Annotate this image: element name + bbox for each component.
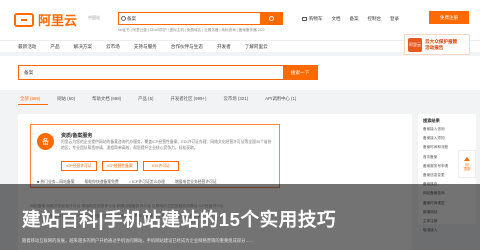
back-to-top-label: 回顶部 <box>463 163 470 172</box>
sidebar-item[interactable]: 首次备案 <box>423 155 448 160</box>
nav-item-products[interactable]: 产品 <box>50 44 59 50</box>
sidebar-title: 搜索结果 <box>423 118 440 123</box>
search-button-icon <box>268 16 274 21</box>
search-section: 备案 搜索一下 <box>0 56 480 90</box>
login-link[interactable]: 登录 <box>390 16 399 22</box>
result-card-beian[interactable]: 备 资质/备案服务 阿里云为您的企业提供网站的备案咨询代办服务，覆盖ICP经营性… <box>30 124 280 188</box>
region-selector[interactable]: 中国站 <box>88 15 100 21</box>
tab-products[interactable]: 产品 (6) <box>138 96 153 102</box>
tab-marketplace[interactable]: 云市场 (321) <box>224 96 249 102</box>
tab-api[interactable]: API调用中心 (1) <box>265 96 296 102</box>
docs-link[interactable]: 文档 <box>332 16 341 22</box>
sidebar-item[interactable]: 备案时间和流程 <box>423 145 448 150</box>
tab-docs[interactable]: 帮助文档 (698) <box>92 96 121 102</box>
top-search-box[interactable]: 备案 <box>118 12 283 25</box>
icp-beian-button[interactable]: ICP经营性备案 <box>102 161 138 171</box>
console-link[interactable]: 控制台 <box>368 16 382 22</box>
nav-item-about[interactable]: 了解阿里云 <box>245 44 268 50</box>
back-to-top-line-1: 回 <box>465 162 469 167</box>
beian-link[interactable]: 备案 <box>350 16 359 22</box>
edi-license-button[interactable]: EDI许可证 <box>143 161 179 171</box>
page: 阿里云 中国站 备案 ssl证书 | 阿里云盘 | DDoS防护 | 虚拟主机 … <box>0 0 480 250</box>
result-tabs: 全部 (869) 网站 (60) 帮助文档 (698) 产品 (6) 开发者社区… <box>0 90 480 108</box>
nav-item-activities[interactable]: 最新活动 <box>18 44 36 50</box>
main-search-input[interactable]: 备案 <box>19 70 283 76</box>
cart-label: 购物车 <box>309 16 323 21</box>
hot-searches[interactable]: ssl证书 | 阿里云盘 | DDoS防护 | 虚拟主机 | 免费域名 | 云服… <box>118 28 265 33</box>
top-links: 购物车 文档 备案 控制台 登录 <box>302 16 399 22</box>
cart-icon <box>302 17 307 21</box>
card-buttons: ICP经营许可证 ICP经营性备案 EDI许可证 <box>61 161 179 171</box>
overlay-title: 建站百科|手机站建站的15个实用技巧 <box>22 209 337 230</box>
nav-item-support[interactable]: 支持与服务 <box>134 44 157 50</box>
promo-line-1: 云大众保护报暂 <box>425 38 458 44</box>
logo-text: 阿里云 <box>38 13 78 28</box>
nav-item-marketplace[interactable]: 云市场 <box>106 44 120 50</box>
back-to-top-line-2: 顶部 <box>463 167 471 171</box>
overlay-subtitle: 随着移动互联网的发展，越来越多的用户开始通过手机访问网站，手机网站建设已经成为企… <box>22 238 255 243</box>
main-search-button[interactable]: 搜索一下 <box>283 66 317 79</box>
tab-all[interactable]: 全部 (869) <box>20 96 40 102</box>
card-description: 阿里云为您的企业提供网站的备案咨询代办服务，覆盖ICP经营性备案、EDI许可证办… <box>61 140 272 150</box>
promo-logo: 阿里云 <box>408 37 422 52</box>
tab-websites[interactable]: 网站 (60) <box>57 96 75 102</box>
promo-text: 云大众保护报暂 活动报告 <box>425 39 457 51</box>
aliyun-logo[interactable]: 阿里云 <box>14 10 77 29</box>
aliyun-logo-icon <box>14 12 34 27</box>
sidebar-item[interactable]: 备案接入咨询 <box>423 127 448 132</box>
main-search-box[interactable]: 备案 搜索一下 <box>18 65 318 80</box>
signup-button[interactable]: 免费注册 <box>429 11 469 24</box>
sidebar-item[interactable]: 备案服务号申请 <box>423 164 448 169</box>
nav-item-developers[interactable]: 开发者 <box>217 44 231 50</box>
card-title[interactable]: 资质/备案服务 <box>61 132 92 139</box>
nav-item-solutions[interactable]: 解决方案 <box>74 44 92 50</box>
nav-item-partners[interactable]: 合作伙伴与生态 <box>171 44 203 50</box>
active-tab-indicator <box>18 104 48 105</box>
top-search-button[interactable] <box>260 13 282 24</box>
beian-badge-icon: 备 <box>37 133 54 150</box>
sidebar-item[interactable]: 备案信息变更 <box>423 173 448 178</box>
arrow-up-icon <box>464 156 470 161</box>
promo-line-2: 活动报告 <box>425 44 444 50</box>
sidebar-item[interactable]: 备案接入须知 <box>423 136 448 141</box>
promo-banner[interactable]: 阿里云 云大众保护报暂 活动报告 <box>404 34 470 55</box>
search-icon <box>121 16 126 21</box>
back-to-top-button[interactable]: 回顶部 <box>458 150 476 178</box>
icp-license-button[interactable]: ICP经营许可证 <box>61 161 97 171</box>
top-search-input[interactable]: 备案 <box>119 16 260 22</box>
tab-community[interactable]: 开发者社区 (999+) <box>171 96 207 102</box>
cart-link[interactable]: 购物车 <box>302 16 323 22</box>
